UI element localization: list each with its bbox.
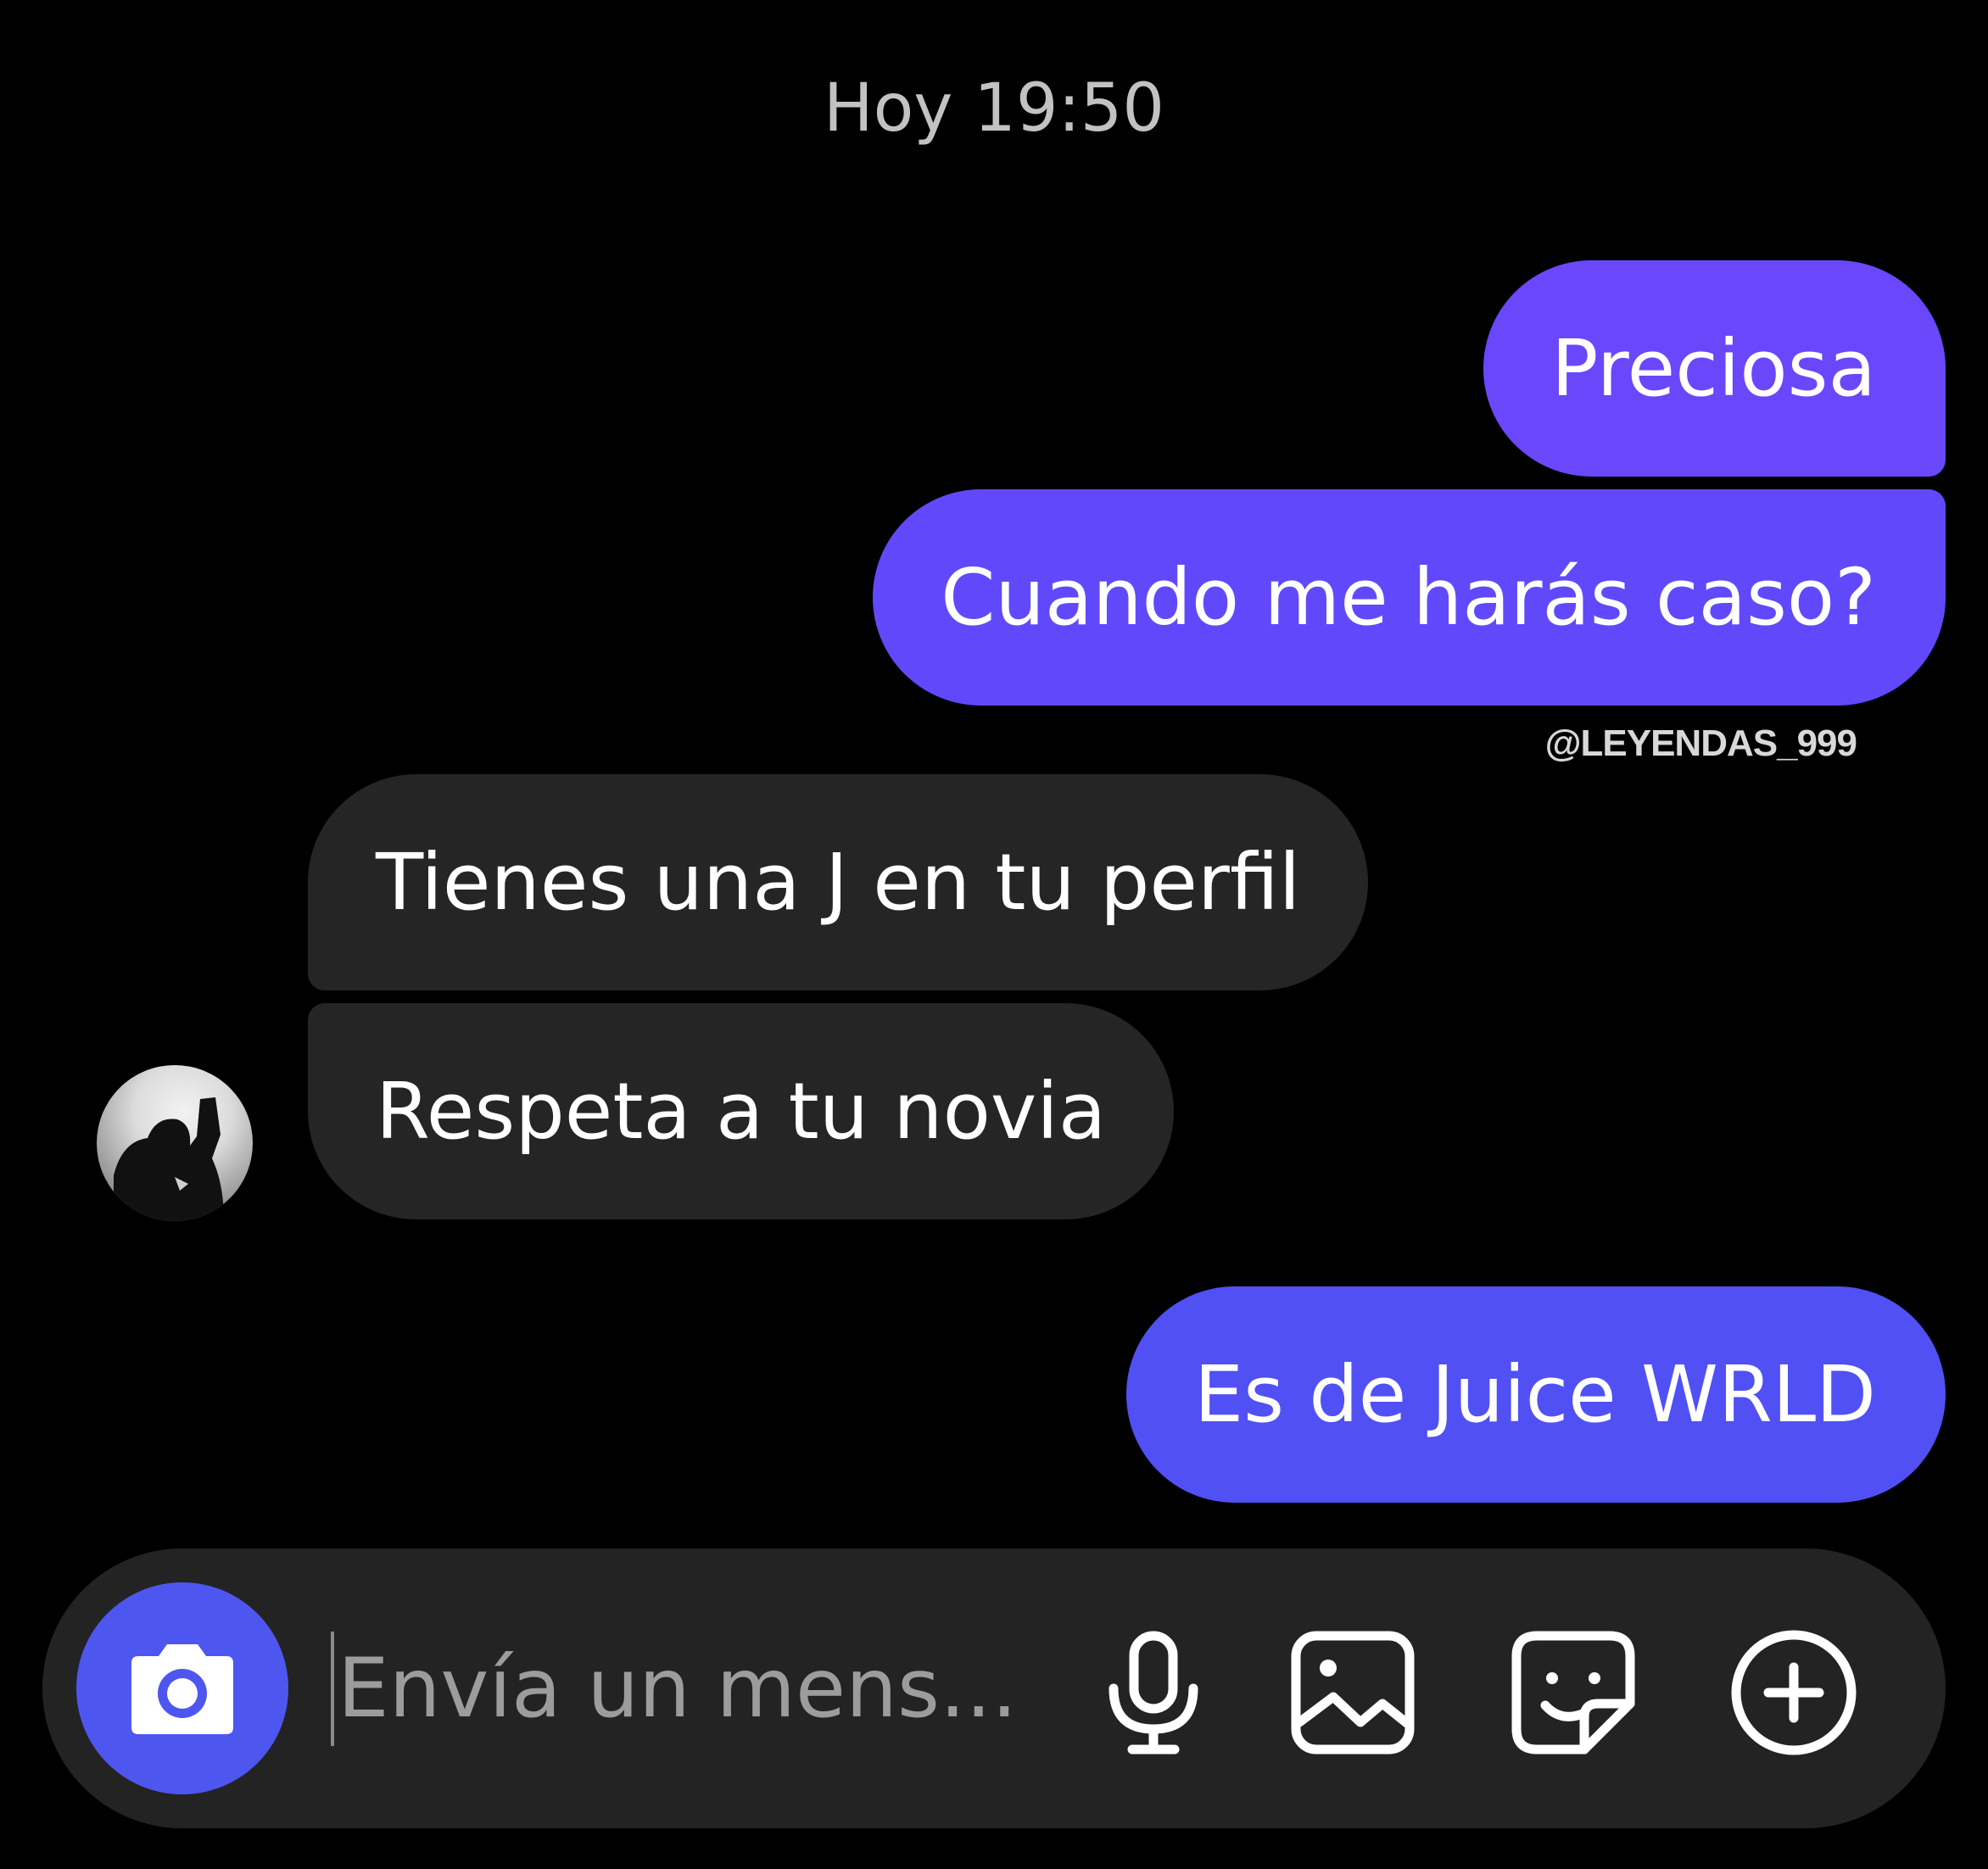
message-input-placeholder: Envía un mens... xyxy=(338,1641,1018,1736)
microphone-icon xyxy=(1108,1631,1198,1755)
message-bubble-incoming[interactable]: Respeta a tu novia xyxy=(308,1003,1175,1219)
message-bubble-incoming[interactable]: Tienes una J en tu perfil xyxy=(308,774,1369,990)
contact-avatar[interactable] xyxy=(97,1065,253,1221)
plus-icon xyxy=(1731,1630,1857,1755)
camera-icon xyxy=(131,1644,233,1734)
watermark-text: @LEYENDAS_999 xyxy=(1544,722,1857,764)
text-cursor xyxy=(331,1631,334,1746)
message-bubble-outgoing[interactable]: Cuando me harás caso? xyxy=(873,489,1946,706)
sticker-icon xyxy=(1511,1631,1635,1755)
sticker-button[interactable] xyxy=(1510,1629,1637,1756)
chat-timestamp: Hoy 19:50 xyxy=(823,70,1165,147)
microphone-button[interactable] xyxy=(1090,1629,1217,1756)
message-bubble-outgoing[interactable]: Es de Juice WRLD xyxy=(1126,1286,1946,1503)
more-button[interactable] xyxy=(1730,1629,1857,1756)
gallery-button[interactable] xyxy=(1289,1629,1416,1756)
message-composer: Envía un mens... xyxy=(42,1548,1946,1828)
camera-button[interactable] xyxy=(76,1582,288,1794)
image-icon xyxy=(1291,1631,1415,1755)
avatar-silhouette xyxy=(114,1097,224,1221)
message-input[interactable]: Envía un mens... xyxy=(331,1599,1094,1777)
message-bubble-outgoing[interactable]: Preciosa xyxy=(1483,260,1946,477)
